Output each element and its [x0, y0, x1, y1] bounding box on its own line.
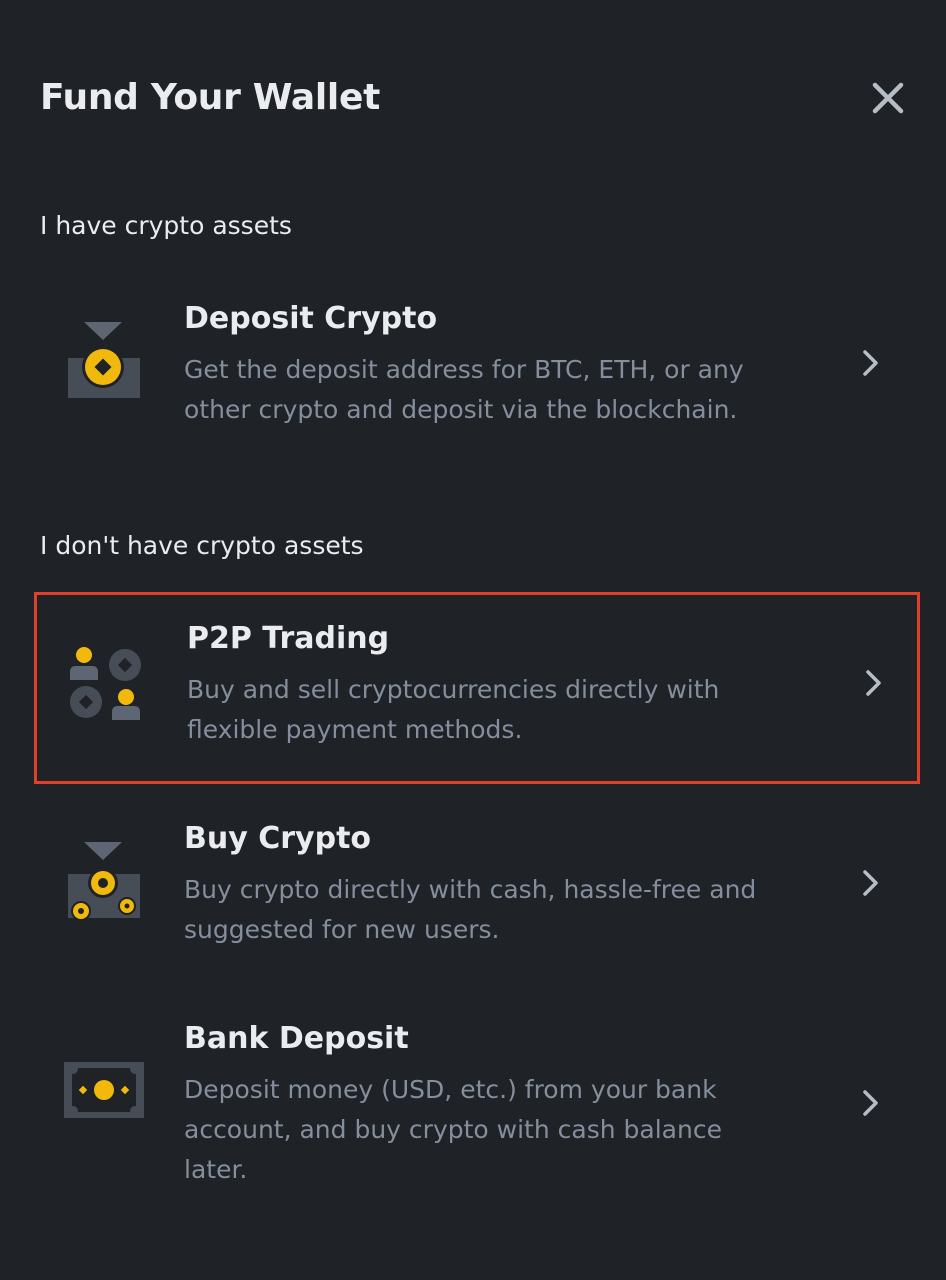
option-description: Buy and sell cryptocurrencies directly w…: [187, 675, 720, 744]
close-button[interactable]: [866, 76, 910, 120]
option-description: Deposit money (USD, etc.) from your bank…: [184, 1075, 722, 1184]
section-label-no-crypto: I don't have crypto assets: [40, 531, 364, 560]
option-p2p-trading[interactable]: P2P Trading Buy and sell cryptocurrencie…: [34, 592, 920, 784]
chevron-right-icon: [863, 870, 878, 896]
option-description: Buy crypto directly with cash, hassle-fr…: [184, 875, 757, 944]
option-title: Buy Crypto: [184, 821, 372, 856]
bank-deposit-icon: [64, 1062, 148, 1122]
option-description: Get the deposit address for BTC, ETH, or…: [184, 355, 744, 424]
option-bank-deposit[interactable]: Bank Deposit Deposit money (USD, etc.) f…: [34, 1002, 920, 1202]
chevron-right-icon: [863, 1090, 878, 1116]
chevron-right-icon: [863, 350, 878, 376]
option-buy-crypto[interactable]: Buy Crypto Buy crypto directly with cash…: [34, 802, 920, 972]
option-title: Bank Deposit: [184, 1021, 409, 1056]
buy-crypto-icon: [66, 840, 146, 921]
deposit-crypto-icon: [66, 320, 146, 400]
option-title: Deposit Crypto: [184, 301, 438, 336]
page-title: Fund Your Wallet: [40, 77, 380, 118]
close-icon: [872, 82, 904, 114]
option-deposit-crypto[interactable]: Deposit Crypto Get the deposit address f…: [34, 282, 920, 452]
chevron-right-icon: [866, 670, 881, 696]
section-label-have-crypto: I have crypto assets: [40, 211, 292, 240]
p2p-trading-icon: [68, 642, 148, 722]
option-title: P2P Trading: [187, 621, 390, 656]
